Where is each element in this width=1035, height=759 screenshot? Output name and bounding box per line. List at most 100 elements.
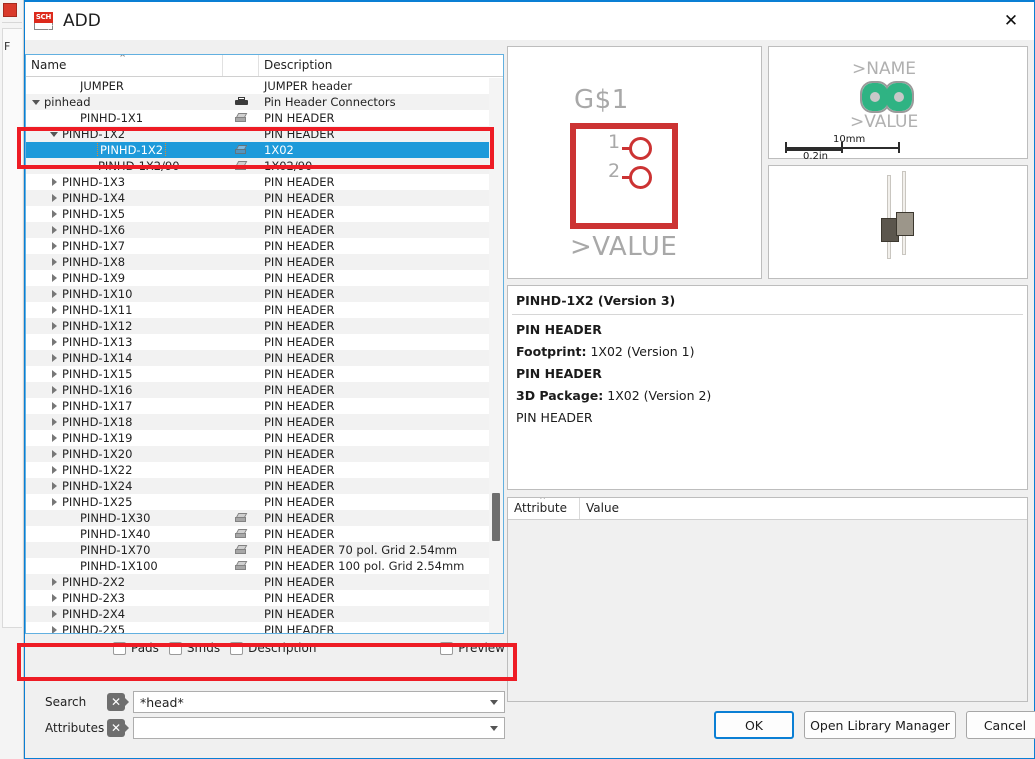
- chevron-right-icon[interactable]: [50, 385, 60, 395]
- tree-row[interactable]: PINHD-1X30 PIN HEADER: [26, 510, 503, 526]
- tree-row[interactable]: PINHD-1X1 PIN HEADER: [26, 110, 503, 126]
- tree-row[interactable]: PINHD-2X2 PIN HEADER: [26, 574, 503, 590]
- chevron-right-icon[interactable]: [50, 449, 60, 459]
- chevron-right-icon[interactable]: [50, 289, 60, 299]
- library-tree-rows[interactable]: JUMPER JUMPER header pinhead Pin Header Con…: [26, 78, 503, 633]
- package3d-value: 1X02 (Version 2): [607, 388, 712, 403]
- chevron-right-icon[interactable]: [50, 481, 60, 491]
- chevron-down-icon[interactable]: [32, 97, 42, 107]
- tree-row-name: PINHD-1X7: [62, 239, 126, 253]
- tree-row[interactable]: PINHD-1X19 PIN HEADER: [26, 430, 503, 446]
- tree-row[interactable]: PINHD-1X18 PIN HEADER: [26, 414, 503, 430]
- chevron-down-icon[interactable]: [50, 129, 60, 139]
- tree-row[interactable]: PINHD-1X17 PIN HEADER: [26, 398, 503, 414]
- tree-row[interactable]: PINHD-1X10 PIN HEADER: [26, 286, 503, 302]
- tree-row[interactable]: PINHD-1X9 PIN HEADER: [26, 270, 503, 286]
- chevron-right-icon[interactable]: [50, 625, 60, 633]
- chevron-right-icon[interactable]: [50, 177, 60, 187]
- tree-vertical-scrollbar[interactable]: [489, 78, 503, 633]
- tree-row-name-cell: PINHD-1X40: [26, 527, 223, 541]
- tree-row[interactable]: PINHD-2X3 PIN HEADER: [26, 590, 503, 606]
- tree-row[interactable]: PINHD-1X14 PIN HEADER: [26, 350, 503, 366]
- column-header-description[interactable]: Description: [259, 55, 503, 76]
- tree-row-name: PINHD-1X4: [62, 191, 126, 205]
- tree-row[interactable]: PINHD-1X15 PIN HEADER: [26, 366, 503, 382]
- chevron-right-icon[interactable]: [50, 225, 60, 235]
- close-icon[interactable]: ✕: [988, 2, 1034, 40]
- chevron-right-icon[interactable]: [50, 321, 60, 331]
- chevron-right-icon[interactable]: [50, 433, 60, 443]
- chevron-right-icon[interactable]: [50, 193, 60, 203]
- library-browser-pane: Name ⌃ Description JUMPER JUMPER header pi…: [25, 40, 507, 739]
- tree-row[interactable]: PINHD-1X5 PIN HEADER: [26, 206, 503, 222]
- ok-button[interactable]: OK: [714, 711, 794, 739]
- column-header-value[interactable]: Value: [580, 498, 1027, 519]
- tree-row[interactable]: PINHD-1X20 PIN HEADER: [26, 446, 503, 462]
- chevron-right-icon[interactable]: [50, 497, 60, 507]
- checkbox-preview[interactable]: Preview: [440, 641, 505, 655]
- tree-row[interactable]: PINHD-1X11 PIN HEADER: [26, 302, 503, 318]
- chevron-right-icon[interactable]: [50, 465, 60, 475]
- schematic-sheet-icon: SCH: [33, 10, 55, 32]
- chevron-right-icon[interactable]: [50, 369, 60, 379]
- chevron-right-icon[interactable]: [50, 257, 60, 267]
- checkbox-smds[interactable]: Smds: [168, 641, 221, 655]
- tree-row[interactable]: PINHD-1X13 PIN HEADER: [26, 334, 503, 350]
- chevron-right-icon[interactable]: [50, 353, 60, 363]
- tree-row[interactable]: PINHD-1X2 1X02: [26, 142, 503, 158]
- tree-row-name-cell: PINHD-1X3: [26, 175, 223, 189]
- device-details-title: PINHD-1X2 (Version 3): [516, 293, 676, 308]
- chevron-right-icon[interactable]: [50, 593, 60, 603]
- checkbox-smds-box[interactable]: [168, 641, 182, 655]
- tree-row[interactable]: PINHD-1X2/90 1X02/90: [26, 158, 503, 174]
- package-3d-icon: [223, 145, 259, 155]
- column-header-name[interactable]: Name ⌃: [26, 55, 223, 76]
- chevron-right-icon[interactable]: [50, 609, 60, 619]
- tree-row[interactable]: PINHD-1X2 PIN HEADER: [26, 126, 503, 142]
- tree-row[interactable]: PINHD-1X22 PIN HEADER: [26, 462, 503, 478]
- tree-row[interactable]: PINHD-2X5 PIN HEADER: [26, 622, 503, 633]
- tree-row-name: PINHD-2X4: [62, 607, 126, 621]
- library-tree[interactable]: Name ⌃ Description JUMPER JUMPER header pi…: [25, 54, 504, 634]
- tree-row[interactable]: PINHD-1X40 PIN HEADER: [26, 526, 503, 542]
- checkbox-preview-box[interactable]: [440, 641, 454, 655]
- checkbox-description-box[interactable]: [230, 641, 244, 655]
- tree-row[interactable]: PINHD-1X6 PIN HEADER: [26, 222, 503, 238]
- tree-row[interactable]: PINHD-1X24 PIN HEADER: [26, 478, 503, 494]
- tree-row[interactable]: pinhead Pin Header Connectors: [26, 94, 503, 110]
- checkbox-smds-label: Smds: [186, 641, 221, 655]
- chevron-right-icon[interactable]: [50, 337, 60, 347]
- tree-scrollbar-thumb[interactable]: [492, 493, 500, 541]
- open-library-manager-button[interactable]: Open Library Manager: [804, 711, 956, 739]
- checkbox-pads[interactable]: Pads: [113, 641, 159, 655]
- tree-row-name-cell: PINHD-1X2: [26, 127, 223, 141]
- chevron-right-icon[interactable]: [50, 401, 60, 411]
- tree-row[interactable]: PINHD-1X70 PIN HEADER 70 pol. Grid 2.54mm: [26, 542, 503, 558]
- column-header-icon[interactable]: [223, 55, 259, 76]
- cancel-button[interactable]: Cancel: [966, 711, 1035, 739]
- column-header-attribute[interactable]: Attribute ⌃: [508, 498, 580, 519]
- tree-row[interactable]: PINHD-1X25 PIN HEADER: [26, 494, 503, 510]
- tree-row-description: PIN HEADER: [264, 175, 335, 189]
- symbol-value-text: >VALUE: [570, 232, 678, 262]
- chevron-right-icon[interactable]: [50, 305, 60, 315]
- tree-row[interactable]: PINHD-1X16 PIN HEADER: [26, 382, 503, 398]
- tree-row[interactable]: PINHD-2X4 PIN HEADER: [26, 606, 503, 622]
- checkbox-description[interactable]: Description: [230, 641, 316, 655]
- tree-row[interactable]: PINHD-1X7 PIN HEADER: [26, 238, 503, 254]
- tree-row[interactable]: PINHD-1X4 PIN HEADER: [26, 190, 503, 206]
- tree-row[interactable]: JUMPER JUMPER header: [26, 78, 503, 94]
- tree-row[interactable]: PINHD-1X3 PIN HEADER: [26, 174, 503, 190]
- tree-row[interactable]: PINHD-1X8 PIN HEADER: [26, 254, 503, 270]
- chevron-right-icon[interactable]: [50, 273, 60, 283]
- tree-row[interactable]: PINHD-1X100 PIN HEADER 100 pol. Grid 2.54…: [26, 558, 503, 574]
- chevron-right-icon[interactable]: [50, 577, 60, 587]
- chevron-right-icon[interactable]: [50, 209, 60, 219]
- chevron-right-icon[interactable]: [50, 417, 60, 427]
- chevron-right-icon[interactable]: [50, 241, 60, 251]
- checkbox-pads-box[interactable]: [113, 641, 126, 655]
- tree-row[interactable]: PINHD-1X12 PIN HEADER: [26, 318, 503, 334]
- tree-row-description: PIN HEADER: [264, 399, 335, 413]
- tree-row-description: PIN HEADER 100 pol. Grid 2.54mm: [264, 559, 465, 573]
- tree-row-description: PIN HEADER: [264, 271, 335, 285]
